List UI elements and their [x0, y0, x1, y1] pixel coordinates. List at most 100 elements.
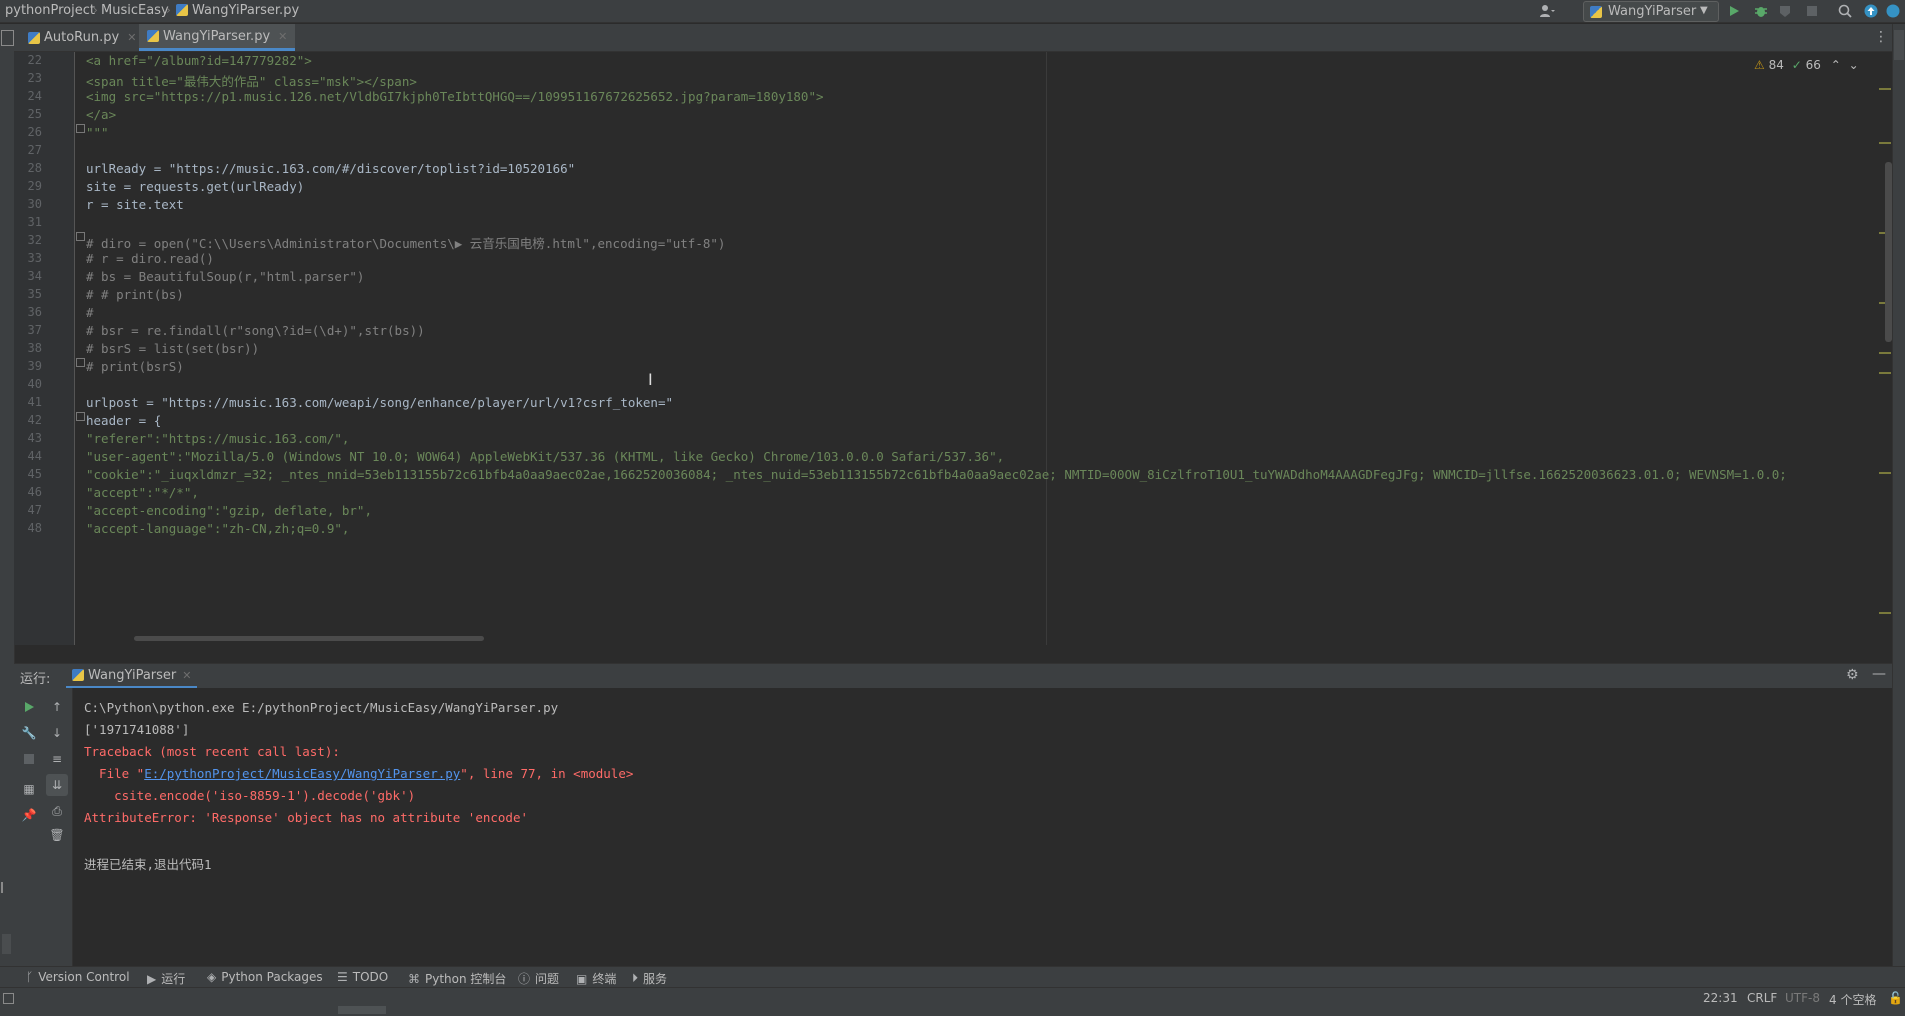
python-packages-button[interactable]: ◈ Python Packages — [207, 970, 323, 984]
run-icon[interactable] — [1725, 2, 1743, 20]
line-number: 38 — [27, 341, 42, 355]
code-editor[interactable]: 22 23 24 25 26 27 28 29 30 31 32 33 34 3… — [14, 52, 1892, 645]
code-line: "user-agent":"Mozilla/5.0 (Windows NT 10… — [86, 449, 1005, 464]
structure-icon[interactable] — [2, 934, 11, 954]
run-panel-header: 运行: WangYiParser ✕ ⚙ — — [14, 664, 1892, 688]
todo-button[interactable]: ☰ TODO — [337, 970, 388, 984]
trash-icon[interactable]: 🗑 — [46, 824, 68, 846]
code-line: # # print(bs) — [86, 287, 184, 302]
code-line: # bsr = re.findall(r"song\?id=(\d+)",str… — [86, 323, 425, 338]
lock-icon[interactable]: 🔓 — [1888, 991, 1903, 1005]
breadcrumb-project[interactable]: pythonProject — [5, 3, 95, 18]
pin-icon[interactable]: 📌 — [18, 804, 40, 826]
line-number: 41 — [27, 395, 42, 409]
database-icon[interactable] — [1894, 30, 1904, 60]
services-button[interactable]: ⏵ 服务 — [632, 970, 667, 987]
code-line: # bs = BeautifulSoup(r,"html.parser") — [86, 269, 365, 284]
tab-label: AutoRun.py — [44, 30, 120, 45]
search-icon[interactable] — [1836, 2, 1854, 20]
tab-run-wangyiparser[interactable]: WangYiParser ✕ — [66, 664, 198, 688]
horizontal-scrollbar[interactable] — [134, 636, 484, 641]
print-icon[interactable]: ⎙ — [46, 800, 68, 822]
code-line: <span title="最伟大的作品" class="msk"></span> — [86, 74, 417, 89]
chevron-down-icon: ▼ — [1700, 5, 1708, 16]
line-separator[interactable]: CRLF — [1747, 991, 1777, 1005]
layout-icon[interactable]: ▦ — [18, 778, 40, 800]
line-number: 25 — [27, 107, 42, 121]
file-encoding[interactable]: UTF-8 — [1785, 991, 1820, 1005]
stop-icon[interactable] — [1803, 2, 1821, 20]
python-file-icon — [176, 4, 188, 16]
line-number: 33 — [27, 251, 42, 265]
python-file-icon — [28, 31, 40, 44]
breadcrumb-separator: › — [93, 3, 98, 17]
run-panel-title: 运行: — [20, 672, 51, 687]
update-icon[interactable] — [1862, 2, 1880, 20]
bookmarks-icon[interactable] — [1, 882, 14, 893]
chevron-up-icon[interactable]: ⌃ — [1831, 58, 1841, 72]
gear-icon[interactable]: ⚙ — [1846, 667, 1859, 683]
run-icon: ▶ — [147, 971, 157, 986]
tab-label: WangYiParser.py — [163, 28, 271, 44]
info-icon: ⓘ — [518, 972, 531, 986]
python-console-button[interactable]: ⌘ Python 控制台 — [408, 970, 506, 987]
breadcrumb-folder[interactable]: MusicEasy — [101, 3, 169, 18]
run-configuration-select[interactable]: WangYiParser ▼ — [1583, 1, 1719, 22]
tool-label: 终端 — [592, 972, 617, 986]
breadcrumb-file[interactable]: WangYiParser.py — [176, 3, 299, 18]
settings-logo-icon[interactable] — [1884, 2, 1902, 20]
run-tool-button[interactable]: ▶ 运行 — [147, 970, 185, 987]
tab-autorun[interactable]: AutoRun.py ✕ — [20, 24, 144, 51]
traceback-prefix: File " — [84, 766, 145, 781]
caret-position[interactable]: 22:31 — [1703, 991, 1738, 1005]
layout-toggle-icon[interactable] — [3, 993, 14, 1004]
wrench-icon[interactable]: 🔧 — [18, 722, 40, 744]
terminal-button[interactable]: ▣ 终端 — [576, 970, 616, 987]
version-control-button[interactable]: ᚴ Version Control — [26, 970, 130, 984]
line-number: 40 — [27, 377, 42, 391]
progress-indicator — [338, 1006, 386, 1014]
code-line: urlpost = "https://music.163.com/weapi/s… — [86, 395, 673, 410]
rerun-icon[interactable] — [18, 696, 40, 718]
fold-marker-icon[interactable] — [76, 124, 85, 133]
coverage-icon[interactable] — [1776, 2, 1794, 20]
code-line: <a href="/album?id=147779282"> — [86, 53, 312, 68]
debug-icon[interactable] — [1752, 2, 1770, 20]
code-line: # — [86, 305, 94, 320]
soft-wrap-icon[interactable]: ≡ — [46, 748, 68, 770]
line-number: 30 — [27, 197, 42, 211]
tab-wangyiparser[interactable]: WangYiParser.py ✕ — [139, 24, 296, 51]
project-icon[interactable] — [1, 30, 14, 46]
problems-button[interactable]: ⓘ 问题 — [518, 970, 559, 987]
run-tab-label: WangYiParser — [88, 667, 177, 683]
close-icon[interactable]: ✕ — [278, 30, 287, 43]
stop-icon[interactable] — [18, 748, 40, 770]
line-number: 23 — [27, 71, 42, 85]
minimize-icon[interactable]: — — [1872, 666, 1886, 682]
line-number: 22 — [27, 53, 42, 67]
line-number: 28 — [27, 161, 42, 175]
vertical-scrollbar[interactable] — [1885, 162, 1892, 342]
fold-marker-icon[interactable] — [76, 232, 85, 241]
user-icon[interactable] — [1538, 2, 1556, 20]
arrow-down-icon[interactable]: ↓ — [46, 722, 68, 744]
fold-marker-icon[interactable] — [76, 358, 85, 367]
traceback-file-link[interactable]: E:/pythonProject/MusicEasy/WangYiParser.… — [144, 766, 460, 781]
code-line: "referer":"https://music.163.com/", — [86, 431, 350, 446]
inspection-widget[interactable]: ⚠ 84 ✓ 66 ⌃ ⌄ — [1754, 58, 1859, 72]
tool-label: 服务 — [643, 972, 668, 986]
list-icon: ☰ — [337, 970, 348, 984]
indent-setting[interactable]: 4 个空格 — [1829, 991, 1876, 1008]
scroll-to-end-icon[interactable]: ⇊ — [46, 774, 68, 796]
line-number: 36 — [27, 305, 42, 319]
tool-label: Python 控制台 — [425, 972, 507, 986]
code-line: <img src="https://p1.music.126.net/VldbG… — [86, 89, 824, 104]
more-tabs-icon[interactable]: ⋮ — [1874, 29, 1888, 45]
console-error-line: File "E:/pythonProject/MusicEasy/WangYiP… — [84, 766, 633, 781]
close-icon[interactable]: ✕ — [127, 31, 136, 44]
arrow-up-icon[interactable]: ↑ — [46, 696, 68, 718]
chevron-down-icon[interactable]: ⌄ — [1849, 58, 1859, 72]
close-icon[interactable]: ✕ — [182, 669, 191, 682]
code-line: "cookie":"_iuqxldmzr_=32; _ntes_nnid=53e… — [86, 467, 1787, 482]
fold-marker-icon[interactable] — [76, 412, 85, 421]
